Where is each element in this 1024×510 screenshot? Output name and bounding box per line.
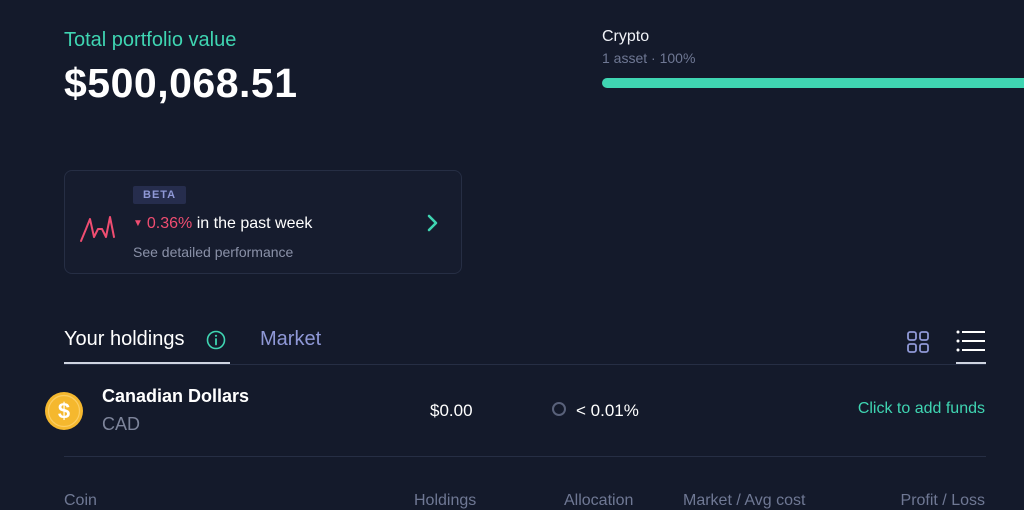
column-header-coin[interactable]: Coin xyxy=(64,492,97,510)
holding-ticker: CAD xyxy=(102,414,141,434)
allocation-circle-icon xyxy=(552,402,566,416)
beta-badge: BETA xyxy=(133,186,187,204)
holding-value: $0.00 xyxy=(430,401,473,420)
grid-view-icon[interactable] xyxy=(906,330,930,354)
down-triangle-icon: ▼ xyxy=(133,218,143,229)
performance-card[interactable]: BETA ▼ 0.36% in the past week See detaile… xyxy=(64,170,462,274)
performance-summary: ▼ 0.36% in the past week xyxy=(133,215,312,233)
holding-name[interactable]: Canadian Dollars xyxy=(102,386,249,407)
tab-your-holdings[interactable]: Your holdings xyxy=(64,328,184,351)
allocation-progress-bar xyxy=(602,78,1024,88)
add-funds-link[interactable]: Click to add funds xyxy=(780,400,985,418)
column-header-profit-loss[interactable]: Profit / Loss xyxy=(780,492,985,510)
performance-change: 0.36% xyxy=(146,215,193,232)
sparkline-icon xyxy=(80,216,115,242)
row-divider xyxy=(64,456,986,457)
column-header-holdings[interactable]: Holdings xyxy=(414,492,476,510)
column-header-allocation[interactable]: Allocation xyxy=(564,492,633,510)
tabs-divider xyxy=(64,364,986,365)
dollar-coin-icon: $ xyxy=(45,392,83,430)
total-portfolio-label: Total portfolio value xyxy=(64,29,237,51)
list-view-icon[interactable] xyxy=(956,329,986,353)
detailed-performance-link[interactable]: See detailed performance xyxy=(133,244,293,260)
active-view-indicator xyxy=(956,362,986,364)
info-icon[interactable] xyxy=(206,330,226,350)
chevron-right-icon[interactable] xyxy=(425,211,441,235)
allocation-category-summary: 1 asset · 100% xyxy=(602,50,696,66)
holding-allocation: < 0.01% xyxy=(576,401,639,420)
svg-text:$: $ xyxy=(58,399,70,424)
tab-market[interactable]: Market xyxy=(260,328,321,351)
allocation-category-name: Crypto xyxy=(602,28,650,45)
total-portfolio-value: $500,068.51 xyxy=(64,60,298,106)
performance-period: in the past week xyxy=(196,215,313,232)
